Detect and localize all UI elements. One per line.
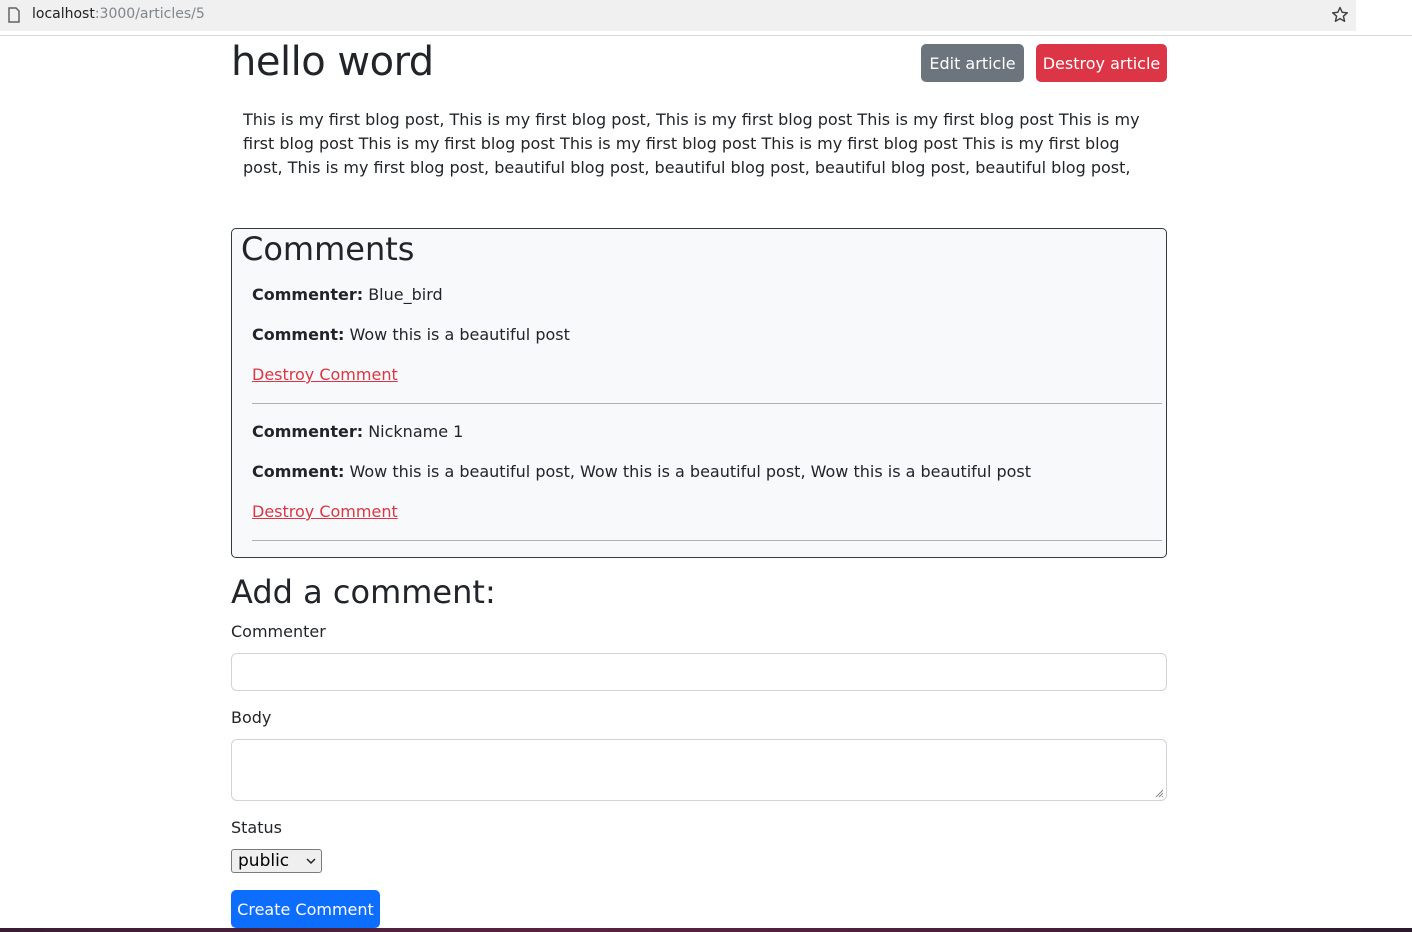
body-textarea[interactable] (231, 739, 1167, 801)
commenter-label: Commenter: (252, 422, 364, 441)
status-selected-value: public (238, 851, 290, 871)
bookmark-star-icon[interactable] (1330, 5, 1350, 25)
comment-label: Comment: (252, 462, 345, 481)
url-host: localhost (32, 6, 95, 22)
destroy-comment-link[interactable]: Destroy Comment (252, 502, 398, 521)
comment-divider (252, 540, 1162, 541)
comment-body: Wow this is a beautiful post, Wow this i… (349, 462, 1032, 481)
destroy-article-button[interactable]: Destroy article (1036, 44, 1167, 82)
comment-divider (252, 403, 1162, 404)
comment-commenter-line: Commenter: Blue_bird (252, 283, 443, 307)
comment-body-line: Comment: Wow this is a beautiful post, W… (252, 460, 1031, 484)
commenter-name: Nickname 1 (368, 422, 464, 441)
toolbar-divider (0, 35, 1412, 36)
body-field-label: Body (231, 708, 272, 727)
edit-article-button[interactable]: Edit article (921, 44, 1024, 82)
page-icon (8, 7, 20, 23)
comments-section: Comments Commenter: Blue_bird Comment: W… (231, 228, 1167, 558)
article-body: This is my first blog post, This is my f… (243, 110, 1140, 177)
create-comment-button[interactable]: Create Comment (231, 890, 380, 928)
url-path: :3000/articles/5 (94, 6, 205, 22)
add-comment-heading: Add a comment: (231, 573, 496, 611)
comments-heading: Comments (241, 230, 415, 268)
url-text[interactable]: localhost:3000/articles/5 (32, 6, 205, 22)
comment-body: Wow this is a beautiful post (349, 325, 570, 344)
commenter-name: Blue_bird (368, 285, 443, 304)
resize-grip-icon[interactable] (1154, 788, 1164, 798)
address-bar[interactable]: localhost:3000/articles/5 (0, 0, 1356, 31)
desktop-strip (0, 928, 1412, 932)
comment-label: Comment: (252, 325, 345, 344)
chevron-down-icon (306, 858, 316, 865)
commenter-label: Commenter: (252, 285, 364, 304)
status-field-label: Status (231, 818, 282, 837)
destroy-comment-link[interactable]: Destroy Comment (252, 365, 398, 384)
article-title: hello word (231, 39, 434, 85)
commenter-field-label: Commenter (231, 622, 326, 641)
commenter-input[interactable] (231, 653, 1167, 691)
comment-body-line: Comment: Wow this is a beautiful post (252, 323, 570, 347)
status-select[interactable]: public (231, 849, 322, 873)
comment-commenter-line: Commenter: Nickname 1 (252, 420, 463, 444)
toolbar-right-area (1356, 0, 1412, 31)
